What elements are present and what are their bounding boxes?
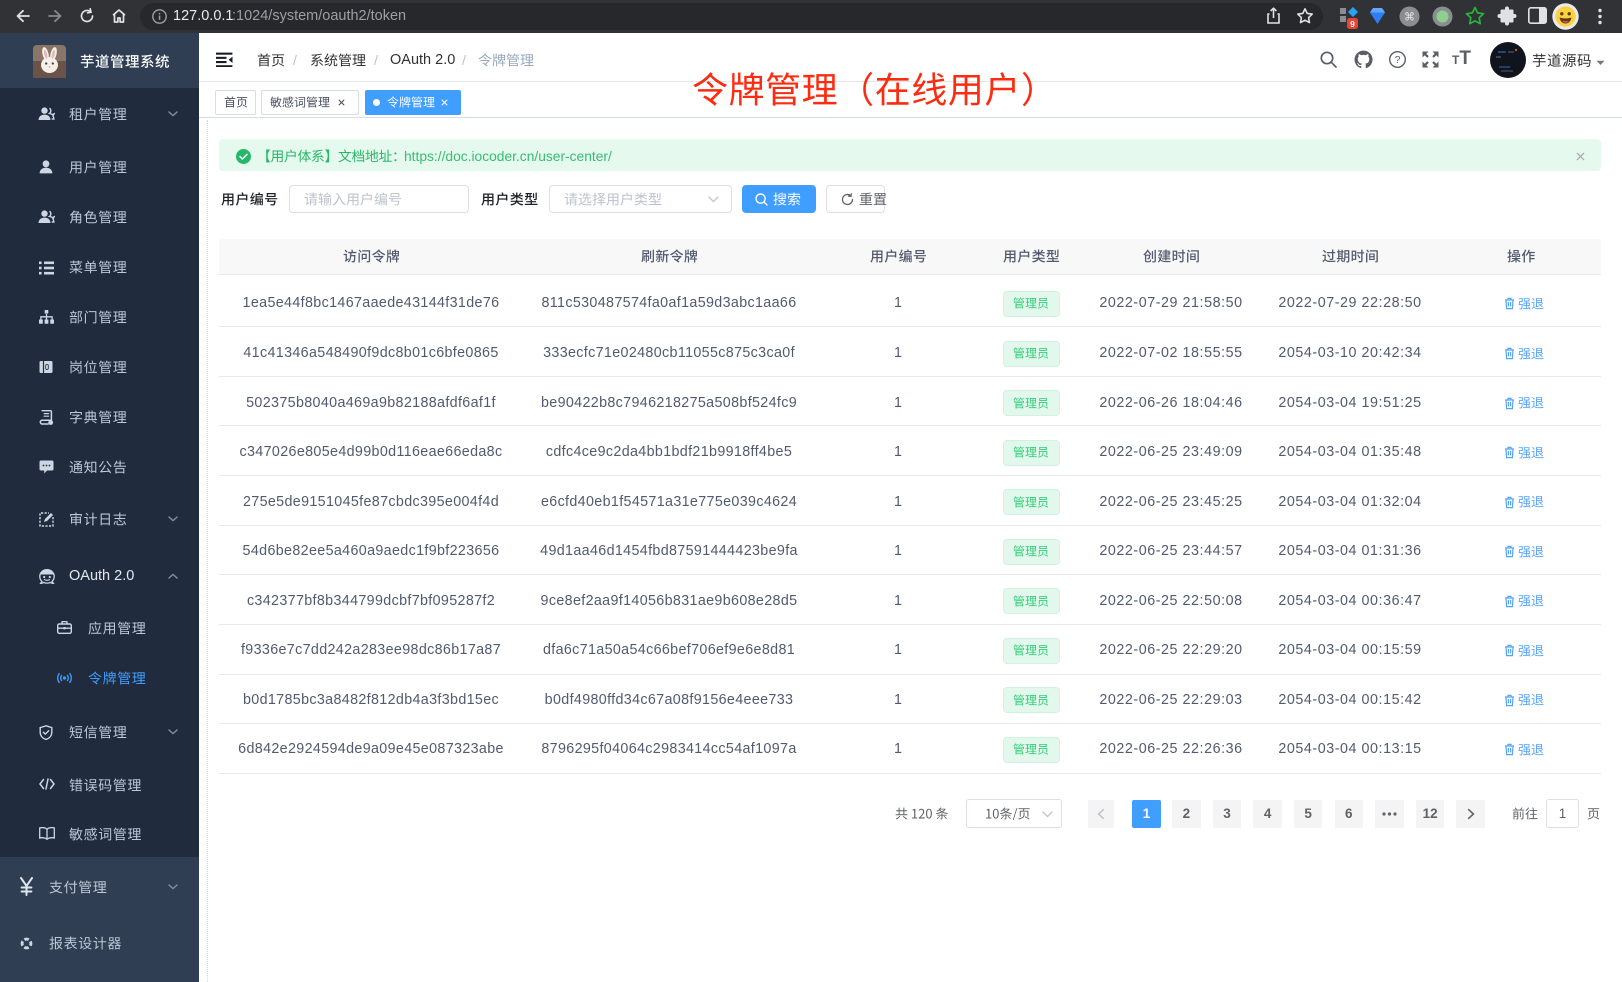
svg-text:⌘: ⌘ xyxy=(1404,12,1415,24)
svg-text:9: 9 xyxy=(1350,19,1355,29)
svg-text:?: ? xyxy=(1395,54,1401,66)
